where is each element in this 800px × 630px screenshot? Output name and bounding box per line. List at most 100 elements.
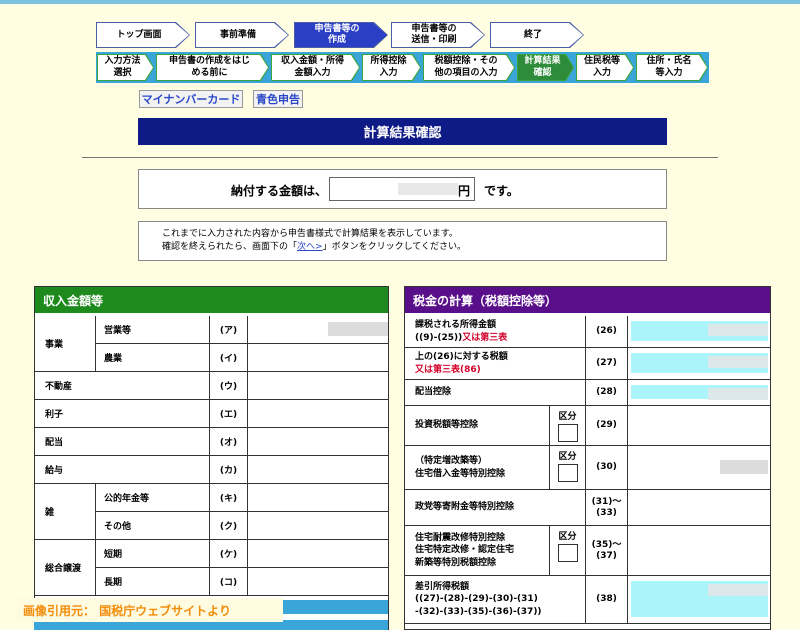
aoiro-button[interactable]: 青色申告 xyxy=(253,90,303,108)
tax-row-number: (30) xyxy=(586,446,628,490)
tax-value-field[interactable] xyxy=(628,490,770,526)
top-accent-line xyxy=(0,0,800,4)
tax-row-number: (27) xyxy=(586,348,628,380)
tax-value-field[interactable] xyxy=(628,406,770,446)
step-end[interactable]: 終了 xyxy=(490,22,584,48)
payment-suffix: です。 xyxy=(484,184,519,198)
tax-row-number: (28) xyxy=(586,380,628,406)
substep-deduction[interactable]: 所得控除 入力 xyxy=(362,54,421,81)
income-panel: 収入金額等 事業 営業等 (ア) 農業 (イ) 不動産 (ウ) 利子 (エ) 配当 (オ) 給与 (カ)… xyxy=(34,286,389,630)
blurred-value xyxy=(708,356,768,368)
next-link[interactable]: 次へ> xyxy=(297,242,323,252)
income-row-label: 不動産 xyxy=(35,372,210,400)
substep-income[interactable]: 収入金額・所得 金額入力 xyxy=(271,54,360,81)
substep-tax-credit[interactable]: 税額控除・その 他の項目の入力 xyxy=(423,54,515,81)
tax-row-number: (35)〜 (37) xyxy=(586,526,628,576)
income-sub-label: その他 xyxy=(96,512,210,540)
income-row-label: 配当 xyxy=(35,428,210,456)
tax-value-field[interactable] xyxy=(628,380,770,406)
payment-box: 納付する金額は、 円 です。 xyxy=(138,169,667,209)
tax-label-note: 又は第三表(86) xyxy=(415,364,481,375)
income-value-field[interactable] xyxy=(248,316,388,344)
kubun-label: 区分 xyxy=(558,452,577,462)
tax-row-label: 住宅耐震改修特別控除 住宅特定改修・認定住宅 新築等特別税額控除 xyxy=(405,526,550,576)
substep-result[interactable]: 計算結果 確認 xyxy=(517,54,574,81)
income-code: (キ) xyxy=(210,484,248,512)
tax-label-note: 又は第三表 xyxy=(462,332,508,343)
income-sub-label: 短期 xyxy=(96,540,210,568)
tax-header: 税金の計算（税額控除等） xyxy=(405,287,770,313)
income-value-field[interactable] xyxy=(248,400,388,428)
tax-row-number: (29) xyxy=(586,406,628,446)
income-code: (ケ) xyxy=(210,540,248,568)
divider xyxy=(82,157,718,158)
income-value-field[interactable] xyxy=(248,512,388,540)
payment-amount: 円 xyxy=(329,177,475,201)
income-code: (エ) xyxy=(210,400,248,428)
tax-label-text: 政党等寄附金等特別控除 xyxy=(415,502,515,513)
tax-value-field[interactable] xyxy=(628,526,770,576)
kubun-cell: 区分 xyxy=(550,526,586,576)
tax-panel: 税金の計算（税額控除等） 課税される所得金額 ((9)-(25))又は第三表 (2… xyxy=(404,286,771,630)
payment-unit: 円 xyxy=(457,184,470,198)
substep-resident-tax[interactable]: 住民税等 入力 xyxy=(576,54,634,81)
blurred-value xyxy=(708,388,768,400)
step-prep[interactable]: 事前準備 xyxy=(195,22,289,48)
step-top[interactable]: トップ画面 xyxy=(96,22,190,48)
info-line-2: 確認を終えられたら、画面下の「次へ>」ボタンをクリックしてください。 xyxy=(162,242,467,252)
income-sub-label: 公的年金等 xyxy=(96,484,210,512)
income-code: (イ) xyxy=(210,344,248,372)
blurred-value xyxy=(708,584,768,596)
tax-label-text: （特定増改築等） 住宅借入金等特別控除 xyxy=(415,456,506,479)
tax-row-number: (38) xyxy=(586,576,628,624)
income-code: (オ) xyxy=(210,428,248,456)
income-value-field[interactable] xyxy=(248,428,388,456)
substep-before[interactable]: 申告書の作成をはじ める前に xyxy=(156,54,269,81)
kubun-input[interactable] xyxy=(557,464,578,482)
tax-label-text: 上の(26)に対する税額 xyxy=(415,352,508,363)
tax-row-label: 配当控除 xyxy=(405,380,586,406)
info-box: これまでに入力された内容から申告書様式で計算結果を表示しています。 確認を終えら… xyxy=(138,221,667,261)
tax-row-label: 差引所得税額 ((27)-(28)-(29)-(30)-(31) -(32)-(… xyxy=(405,576,586,624)
income-value-field[interactable] xyxy=(248,568,388,596)
substep-address[interactable]: 住所・氏名 等入力 xyxy=(636,54,708,81)
kubun-label: 区分 xyxy=(558,412,577,422)
income-group-label: 事業 xyxy=(35,316,96,372)
step-send[interactable]: 申告書等の 送信・印刷 xyxy=(391,22,485,48)
income-value-field[interactable] xyxy=(248,540,388,568)
income-header: 収入金額等 xyxy=(35,287,388,313)
income-code: (コ) xyxy=(210,568,248,596)
kubun-label: 区分 xyxy=(558,532,577,542)
income-value-field[interactable] xyxy=(248,372,388,400)
tax-value-field[interactable] xyxy=(628,446,770,490)
income-code: (ア) xyxy=(210,316,248,344)
tax-value-field[interactable] xyxy=(628,316,770,348)
step-create[interactable]: 申告書等の 作成 xyxy=(294,22,388,48)
tax-value-field[interactable] xyxy=(628,348,770,380)
blurred-value xyxy=(708,324,768,336)
income-code: (カ) xyxy=(210,456,248,484)
income-row-label: 給与 xyxy=(35,456,210,484)
tax-label-text: 配当控除 xyxy=(415,387,452,398)
kubun-cell: 区分 xyxy=(550,446,586,490)
mynumber-card-button[interactable]: マイナンバーカード xyxy=(139,90,243,108)
tax-row-label: 課税される所得金額 ((9)-(25))又は第三表 xyxy=(405,316,586,348)
income-value-field[interactable] xyxy=(248,344,388,372)
income-value-field[interactable] xyxy=(248,456,388,484)
tax-value-field[interactable] xyxy=(628,576,770,624)
tax-row-label: （特定増改築等） 住宅借入金等特別控除 xyxy=(405,446,550,490)
payment-label: 納付する金額は、 xyxy=(231,184,328,198)
kubun-input[interactable] xyxy=(557,544,578,562)
tax-label-text: 投資税額等控除 xyxy=(415,420,479,431)
page-title: 計算結果確認 xyxy=(138,118,667,145)
blurred-value xyxy=(328,322,388,336)
income-value-field[interactable] xyxy=(248,484,388,512)
tax-row-label: 政党等寄附金等特別控除 xyxy=(405,490,586,526)
source-note: 画像引用元： 国税庁ウェブサイトより xyxy=(17,598,283,622)
income-code: (ク) xyxy=(210,512,248,540)
kubun-input[interactable] xyxy=(557,424,578,442)
substep-method[interactable]: 入力方法 選択 xyxy=(97,54,154,81)
income-code: (ウ) xyxy=(210,372,248,400)
tax-row-label: 投資税額等控除 xyxy=(405,406,550,446)
tax-label-text: 住宅耐震改修特別控除 住宅特定改修・認定住宅 新築等特別税額控除 xyxy=(415,533,515,568)
